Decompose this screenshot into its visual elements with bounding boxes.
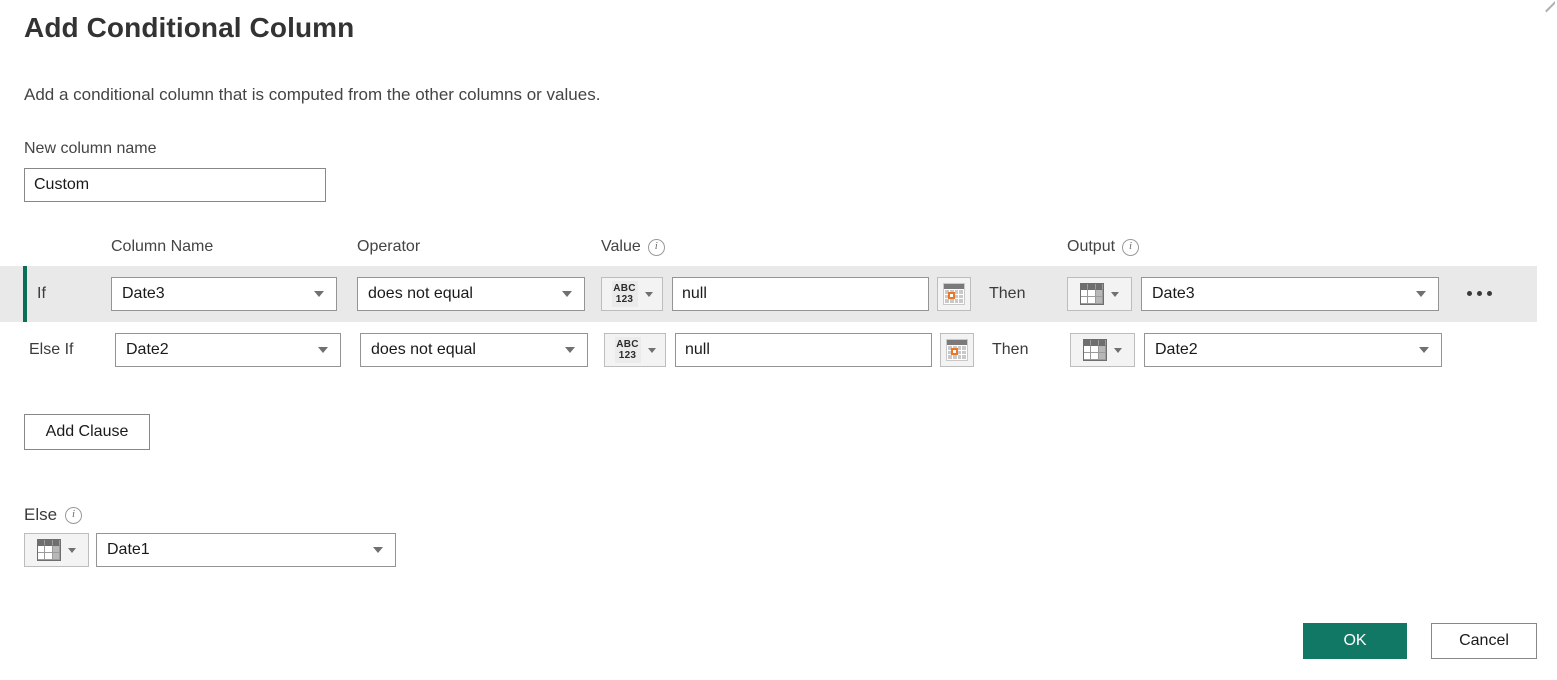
abc-glyph-bottom: 123 [616, 295, 634, 305]
abc-glyph-top: ABC [613, 284, 636, 294]
info-icon[interactable] [1122, 239, 1139, 256]
column-name-dropdown[interactable]: Date2 [115, 333, 341, 367]
output-type-dropdown[interactable] [1067, 277, 1132, 311]
abc-glyph-top: ABC [616, 340, 639, 350]
chevron-down-icon [68, 548, 76, 553]
abc-123-icon: ABC 123 [612, 281, 638, 307]
header-value: Value [601, 238, 665, 256]
then-label: Then [989, 285, 1025, 303]
chevron-down-icon [565, 347, 575, 353]
operator-dropdown[interactable]: does not equal [360, 333, 588, 367]
page-title: Add Conditional Column [24, 12, 354, 44]
clause-row[interactable]: If Date3 does not equal ABC 123 Then [0, 266, 1537, 322]
abc-123-icon: ABC 123 [615, 337, 641, 363]
header-output: Output [1067, 238, 1139, 256]
operator-value: does not equal [358, 285, 562, 303]
header-column-name-label: Column Name [111, 238, 213, 256]
info-icon[interactable] [648, 239, 665, 256]
header-operator: Operator [357, 238, 420, 256]
column-name-dropdown[interactable]: Date3 [111, 277, 337, 311]
table-column-icon [1080, 283, 1104, 305]
calendar-icon [943, 283, 965, 305]
ok-button[interactable]: OK [1303, 623, 1407, 659]
else-label: Else [24, 505, 57, 525]
add-clause-button[interactable]: Add Clause [24, 414, 150, 450]
cancel-button[interactable]: Cancel [1431, 623, 1537, 659]
table-column-icon [1083, 339, 1107, 361]
dialog-description: Add a conditional column that is compute… [24, 85, 600, 105]
header-column-name: Column Name [111, 238, 213, 256]
column-name-value: Date3 [112, 285, 314, 303]
output-dropdown[interactable]: Date3 [1141, 277, 1439, 311]
calendar-icon [946, 339, 968, 361]
chevron-down-icon [1419, 347, 1429, 353]
chevron-down-icon [318, 347, 328, 353]
else-output-dropdown[interactable]: Date1 [96, 533, 396, 567]
clause-column-headers: Column Name Operator Value Output [0, 238, 1557, 264]
chevron-down-icon [1111, 292, 1119, 297]
value-input[interactable] [672, 277, 929, 311]
abc-glyph-bottom: 123 [619, 351, 637, 361]
output-value: Date3 [1142, 285, 1416, 303]
new-column-name-label: New column name [24, 140, 157, 158]
chevron-down-icon [645, 292, 653, 297]
output-type-dropdown[interactable] [1070, 333, 1135, 367]
else-label-group: Else [24, 505, 82, 525]
row-accent-bar [23, 266, 27, 322]
chevron-down-icon [373, 547, 383, 553]
new-column-name-input[interactable] [24, 168, 326, 202]
more-options-button[interactable] [1467, 291, 1492, 296]
value-type-dropdown[interactable]: ABC 123 [601, 277, 663, 311]
else-output-type-dropdown[interactable] [24, 533, 89, 567]
clause-keyword: Else If [29, 341, 73, 359]
value-picker-button[interactable] [937, 277, 971, 311]
clause-keyword: If [37, 285, 46, 303]
resize-grip-icon[interactable] [1543, 1, 1555, 13]
chevron-down-icon [648, 348, 656, 353]
header-value-label: Value [601, 238, 641, 256]
operator-value: does not equal [361, 341, 565, 359]
table-column-icon [37, 539, 61, 561]
value-picker-button[interactable] [940, 333, 974, 367]
else-output-value: Date1 [97, 541, 373, 559]
operator-dropdown[interactable]: does not equal [357, 277, 585, 311]
chevron-down-icon [314, 291, 324, 297]
then-label: Then [992, 341, 1028, 359]
info-icon[interactable] [65, 507, 82, 524]
chevron-down-icon [1416, 291, 1426, 297]
value-type-dropdown[interactable]: ABC 123 [604, 333, 666, 367]
header-operator-label: Operator [357, 238, 420, 256]
value-input[interactable] [675, 333, 932, 367]
output-dropdown[interactable]: Date2 [1144, 333, 1442, 367]
chevron-down-icon [562, 291, 572, 297]
header-output-label: Output [1067, 238, 1115, 256]
chevron-down-icon [1114, 348, 1122, 353]
clause-row[interactable]: Else If Date2 does not equal ABC 123 The… [0, 322, 1537, 378]
output-value: Date2 [1145, 341, 1419, 359]
column-name-value: Date2 [116, 341, 318, 359]
